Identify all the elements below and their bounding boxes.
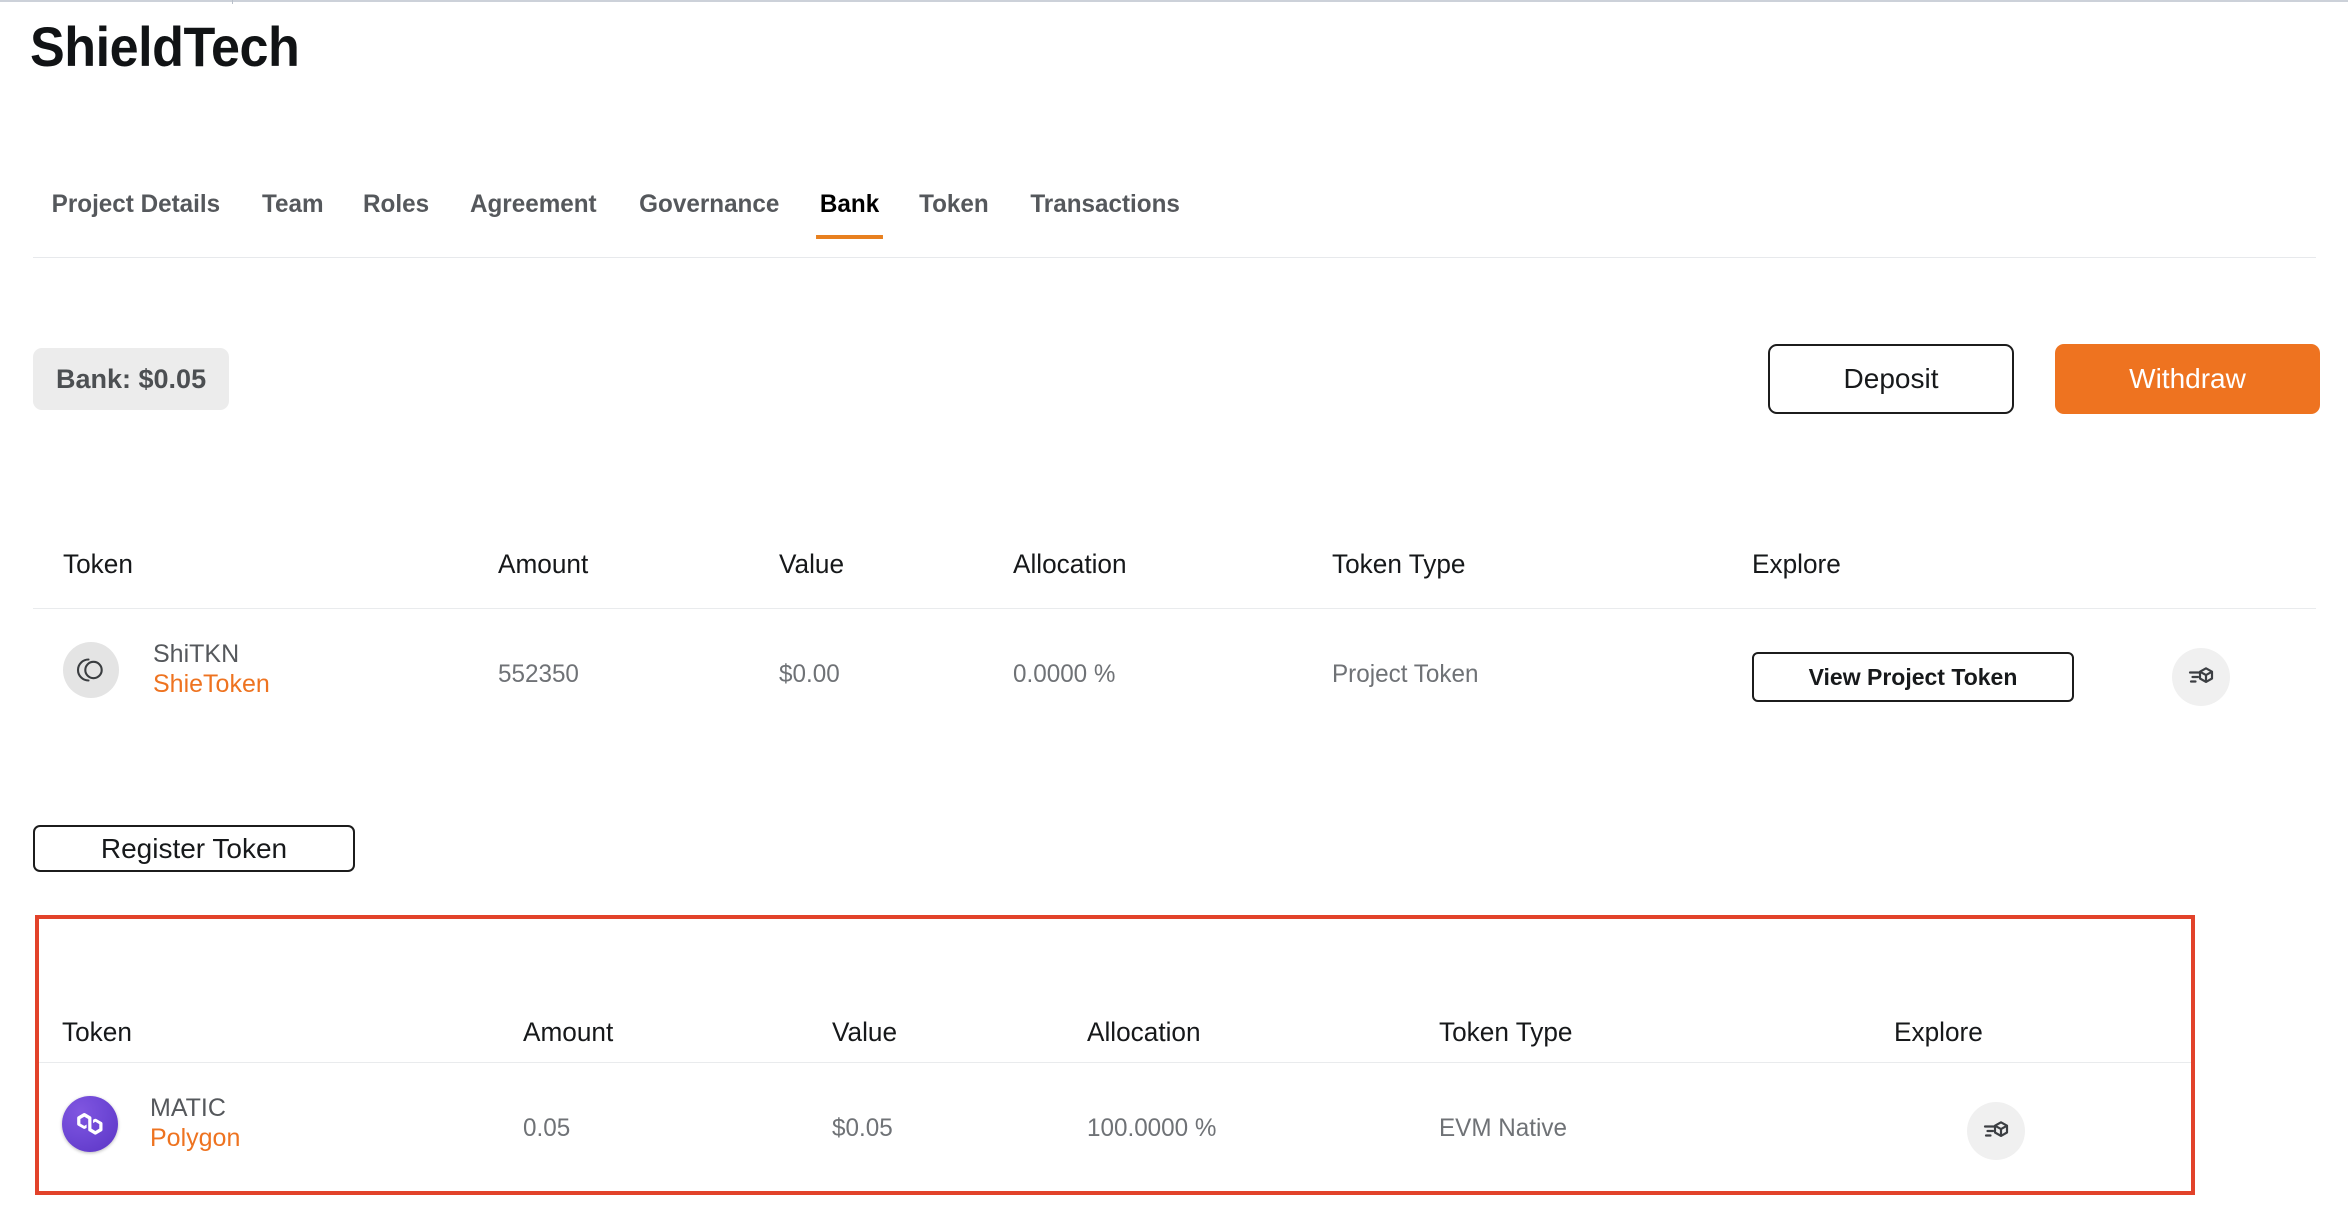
tab-bar-divider: [33, 257, 2316, 258]
tab-agreement[interactable]: Agreement: [452, 190, 616, 239]
cell-amount: 552350: [498, 660, 579, 688]
window-top-divider: [232, 0, 233, 4]
column-header-amount: Amount: [523, 1017, 614, 1047]
column-header-amount: Amount: [498, 548, 589, 579]
tab-bar: Project Details Team Roles Agreement Gov…: [33, 190, 1201, 239]
cell-allocation: 100.0000 %: [1087, 1114, 1217, 1142]
tab-team[interactable]: Team: [243, 190, 341, 239]
token-symbol: MATIC: [150, 1094, 226, 1122]
column-header-explore: Explore: [1894, 1017, 1983, 1047]
block-explorer-icon[interactable]: [1967, 1102, 2025, 1160]
column-header-token-type: Token Type: [1439, 1017, 1573, 1047]
tab-token[interactable]: Token: [901, 190, 1007, 239]
table-header-divider: [33, 608, 2316, 609]
tab-roles[interactable]: Roles: [345, 190, 448, 239]
token-name: ShieToken: [153, 669, 270, 698]
table-row: ShiTKN ShieToken 552350 $0.00 0.0000 % P…: [0, 628, 2348, 718]
cell-amount: 0.05: [523, 1114, 571, 1142]
page-title: ShieldTech: [30, 15, 300, 78]
column-header-explore: Explore: [1752, 548, 1841, 579]
column-header-value: Value: [832, 1017, 898, 1047]
token-identity-cell: ShiTKN ShieToken: [63, 640, 270, 699]
column-header-token: Token: [63, 548, 133, 579]
table-header-row: Token Amount Value Allocation Token Type…: [0, 520, 2348, 608]
bank-balance-badge: Bank: $0.05: [33, 348, 230, 410]
token-name: Polygon: [150, 1123, 241, 1152]
column-header-value: Value: [779, 548, 845, 579]
token-symbol: ShiTKN: [153, 640, 240, 668]
column-header-token-type: Token Type: [1332, 548, 1466, 579]
tab-governance[interactable]: Governance: [621, 190, 798, 239]
polygon-icon: [62, 1095, 118, 1152]
column-header-allocation: Allocation: [1087, 1017, 1201, 1047]
table-header-row: Token Amount Value Allocation Token Type…: [39, 919, 2191, 1062]
tab-bank[interactable]: Bank: [802, 190, 898, 239]
column-header-token: Token: [62, 1017, 132, 1047]
cell-token-type: Project Token: [1332, 660, 1479, 688]
table-row: MATIC Polygon 0.05 $0.05 100.0000 % EVM …: [39, 1082, 2191, 1182]
deposit-button[interactable]: Deposit: [1768, 344, 2014, 414]
cell-token-type: EVM Native: [1439, 1114, 1568, 1142]
column-header-allocation: Allocation: [1013, 548, 1127, 579]
generic-token-icon: [63, 641, 119, 698]
cell-value: $0.05: [832, 1114, 893, 1142]
native-tokens-highlight-panel: Token Amount Value Allocation Token Type…: [35, 915, 2195, 1195]
token-identity-cell: MATIC Polygon: [62, 1094, 240, 1153]
register-token-button[interactable]: Register Token: [33, 825, 355, 872]
tab-project-details[interactable]: Project Details: [36, 190, 238, 239]
tab-transactions[interactable]: Transactions: [1012, 190, 1198, 239]
withdraw-button[interactable]: Withdraw: [2055, 344, 2320, 414]
window-top-rule: [0, 0, 2348, 2]
block-explorer-icon[interactable]: [2172, 648, 2230, 706]
cell-allocation: 0.0000 %: [1013, 660, 1116, 688]
view-project-token-button[interactable]: View Project Token: [1752, 652, 2074, 702]
table-header-divider: [39, 1062, 2191, 1063]
cell-value: $0.00: [779, 660, 840, 688]
